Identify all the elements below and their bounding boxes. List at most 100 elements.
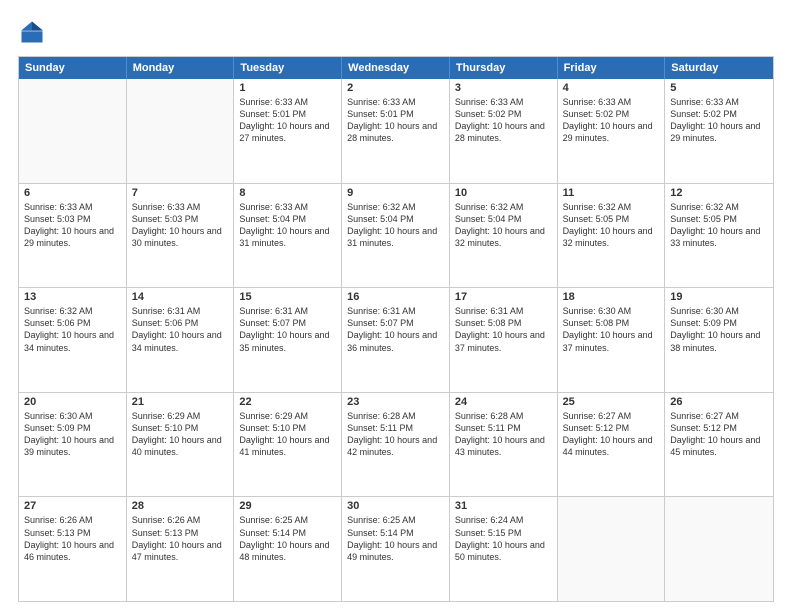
day-number: 8 xyxy=(239,187,336,199)
cal-cell: 25 Sunrise: 6:27 AMSunset: 5:12 PMDayligh… xyxy=(558,393,666,497)
cal-cell: 7 Sunrise: 6:33 AMSunset: 5:03 PMDaylight… xyxy=(127,184,235,288)
cell-details: Sunrise: 6:30 AMSunset: 5:09 PMDaylight:… xyxy=(24,410,121,459)
day-number: 19 xyxy=(670,291,768,303)
cell-details: Sunrise: 6:33 AMSunset: 5:02 PMDaylight:… xyxy=(670,96,768,145)
week-row-3: 13 Sunrise: 6:32 AMSunset: 5:06 PMDayligh… xyxy=(19,287,773,392)
cal-cell: 18 Sunrise: 6:30 AMSunset: 5:08 PMDayligh… xyxy=(558,288,666,392)
cal-cell: 28 Sunrise: 6:26 AMSunset: 5:13 PMDayligh… xyxy=(127,497,235,601)
cell-details: Sunrise: 6:25 AMSunset: 5:14 PMDaylight:… xyxy=(347,514,444,563)
calendar: SundayMondayTuesdayWednesdayThursdayFrid… xyxy=(18,56,774,602)
cal-cell: 6 Sunrise: 6:33 AMSunset: 5:03 PMDaylight… xyxy=(19,184,127,288)
day-number: 31 xyxy=(455,500,552,512)
cell-details: Sunrise: 6:28 AMSunset: 5:11 PMDaylight:… xyxy=(347,410,444,459)
day-number: 4 xyxy=(563,82,660,94)
week-row-2: 6 Sunrise: 6:33 AMSunset: 5:03 PMDaylight… xyxy=(19,183,773,288)
header-day-wednesday: Wednesday xyxy=(342,57,450,79)
cal-cell xyxy=(665,497,773,601)
cell-details: Sunrise: 6:29 AMSunset: 5:10 PMDaylight:… xyxy=(132,410,229,459)
day-number: 5 xyxy=(670,82,768,94)
header-day-thursday: Thursday xyxy=(450,57,558,79)
cal-cell: 12 Sunrise: 6:32 AMSunset: 5:05 PMDayligh… xyxy=(665,184,773,288)
day-number: 26 xyxy=(670,396,768,408)
cell-details: Sunrise: 6:31 AMSunset: 5:07 PMDaylight:… xyxy=(347,305,444,354)
cell-details: Sunrise: 6:30 AMSunset: 5:08 PMDaylight:… xyxy=(563,305,660,354)
cal-cell: 2Sunrise: 6:33 AMSunset: 5:01 PMDaylight… xyxy=(342,79,450,183)
cell-details: Sunrise: 6:33 AMSunset: 5:01 PMDaylight:… xyxy=(239,96,336,145)
header-day-friday: Friday xyxy=(558,57,666,79)
cal-cell: 29 Sunrise: 6:25 AMSunset: 5:14 PMDayligh… xyxy=(234,497,342,601)
cal-cell: 14 Sunrise: 6:31 AMSunset: 5:06 PMDayligh… xyxy=(127,288,235,392)
cal-cell: 26 Sunrise: 6:27 AMSunset: 5:12 PMDayligh… xyxy=(665,393,773,497)
cell-details: Sunrise: 6:25 AMSunset: 5:14 PMDaylight:… xyxy=(239,514,336,563)
cal-cell xyxy=(127,79,235,183)
cell-details: Sunrise: 6:32 AMSunset: 5:05 PMDaylight:… xyxy=(563,201,660,250)
cal-cell: 5 Sunrise: 6:33 AMSunset: 5:02 PMDaylight… xyxy=(665,79,773,183)
logo-icon xyxy=(18,18,46,46)
day-number: 21 xyxy=(132,396,229,408)
cal-cell: 30 Sunrise: 6:25 AMSunset: 5:14 PMDayligh… xyxy=(342,497,450,601)
header-day-monday: Monday xyxy=(127,57,235,79)
logo xyxy=(18,18,50,46)
cell-details: Sunrise: 6:32 AMSunset: 5:06 PMDaylight:… xyxy=(24,305,121,354)
cell-details: Sunrise: 6:33 AMSunset: 5:02 PMDaylight:… xyxy=(455,96,552,145)
day-number: 15 xyxy=(239,291,336,303)
day-number: 7 xyxy=(132,187,229,199)
cal-cell: 27 Sunrise: 6:26 AMSunset: 5:13 PMDayligh… xyxy=(19,497,127,601)
cell-details: Sunrise: 6:27 AMSunset: 5:12 PMDaylight:… xyxy=(563,410,660,459)
day-number: 22 xyxy=(239,396,336,408)
day-number: 6 xyxy=(24,187,121,199)
day-number: 25 xyxy=(563,396,660,408)
week-row-1: 1 Sunrise: 6:33 AMSunset: 5:01 PMDaylight… xyxy=(19,79,773,183)
day-number: 9 xyxy=(347,187,444,199)
cal-cell: 24Sunrise: 6:28 AMSunset: 5:11 PMDayligh… xyxy=(450,393,558,497)
cal-cell: 22 Sunrise: 6:29 AMSunset: 5:10 PMDayligh… xyxy=(234,393,342,497)
cell-details: Sunrise: 6:29 AMSunset: 5:10 PMDaylight:… xyxy=(239,410,336,459)
day-number: 27 xyxy=(24,500,121,512)
day-number: 18 xyxy=(563,291,660,303)
week-row-4: 20Sunrise: 6:30 AMSunset: 5:09 PMDayligh… xyxy=(19,392,773,497)
calendar-header: SundayMondayTuesdayWednesdayThursdayFrid… xyxy=(19,57,773,79)
cal-cell: 13 Sunrise: 6:32 AMSunset: 5:06 PMDayligh… xyxy=(19,288,127,392)
header-day-sunday: Sunday xyxy=(19,57,127,79)
calendar-body: 1 Sunrise: 6:33 AMSunset: 5:01 PMDaylight… xyxy=(19,79,773,601)
day-number: 14 xyxy=(132,291,229,303)
cell-details: Sunrise: 6:31 AMSunset: 5:06 PMDaylight:… xyxy=(132,305,229,354)
day-number: 3 xyxy=(455,82,552,94)
cal-cell xyxy=(558,497,666,601)
day-number: 30 xyxy=(347,500,444,512)
cell-details: Sunrise: 6:33 AMSunset: 5:03 PMDaylight:… xyxy=(24,201,121,250)
cell-details: Sunrise: 6:32 AMSunset: 5:04 PMDaylight:… xyxy=(347,201,444,250)
day-number: 29 xyxy=(239,500,336,512)
cal-cell: 3 Sunrise: 6:33 AMSunset: 5:02 PMDaylight… xyxy=(450,79,558,183)
cell-details: Sunrise: 6:24 AMSunset: 5:15 PMDaylight:… xyxy=(455,514,552,563)
day-number: 13 xyxy=(24,291,121,303)
cal-cell: 4Sunrise: 6:33 AMSunset: 5:02 PMDaylight… xyxy=(558,79,666,183)
cal-cell: 10 Sunrise: 6:32 AMSunset: 5:04 PMDayligh… xyxy=(450,184,558,288)
day-number: 12 xyxy=(670,187,768,199)
cell-details: Sunrise: 6:31 AMSunset: 5:08 PMDaylight:… xyxy=(455,305,552,354)
cal-cell: 8Sunrise: 6:33 AMSunset: 5:04 PMDaylight… xyxy=(234,184,342,288)
day-number: 10 xyxy=(455,187,552,199)
cal-cell xyxy=(19,79,127,183)
header xyxy=(18,18,774,46)
cell-details: Sunrise: 6:31 AMSunset: 5:07 PMDaylight:… xyxy=(239,305,336,354)
header-day-tuesday: Tuesday xyxy=(234,57,342,79)
day-number: 17 xyxy=(455,291,552,303)
cal-cell: 31 Sunrise: 6:24 AMSunset: 5:15 PMDayligh… xyxy=(450,497,558,601)
cal-cell: 16Sunrise: 6:31 AMSunset: 5:07 PMDayligh… xyxy=(342,288,450,392)
cal-cell: 15 Sunrise: 6:31 AMSunset: 5:07 PMDayligh… xyxy=(234,288,342,392)
cell-details: Sunrise: 6:26 AMSunset: 5:13 PMDaylight:… xyxy=(24,514,121,563)
day-number: 28 xyxy=(132,500,229,512)
cell-details: Sunrise: 6:26 AMSunset: 5:13 PMDaylight:… xyxy=(132,514,229,563)
cell-details: Sunrise: 6:27 AMSunset: 5:12 PMDaylight:… xyxy=(670,410,768,459)
day-number: 1 xyxy=(239,82,336,94)
cal-cell: 1 Sunrise: 6:33 AMSunset: 5:01 PMDaylight… xyxy=(234,79,342,183)
cell-details: Sunrise: 6:32 AMSunset: 5:04 PMDaylight:… xyxy=(455,201,552,250)
cell-details: Sunrise: 6:33 AMSunset: 5:03 PMDaylight:… xyxy=(132,201,229,250)
day-number: 24 xyxy=(455,396,552,408)
cell-details: Sunrise: 6:32 AMSunset: 5:05 PMDaylight:… xyxy=(670,201,768,250)
cal-cell: 11 Sunrise: 6:32 AMSunset: 5:05 PMDayligh… xyxy=(558,184,666,288)
cal-cell: 17 Sunrise: 6:31 AMSunset: 5:08 PMDayligh… xyxy=(450,288,558,392)
day-number: 11 xyxy=(563,187,660,199)
cell-details: Sunrise: 6:33 AMSunset: 5:01 PMDaylight:… xyxy=(347,96,444,145)
